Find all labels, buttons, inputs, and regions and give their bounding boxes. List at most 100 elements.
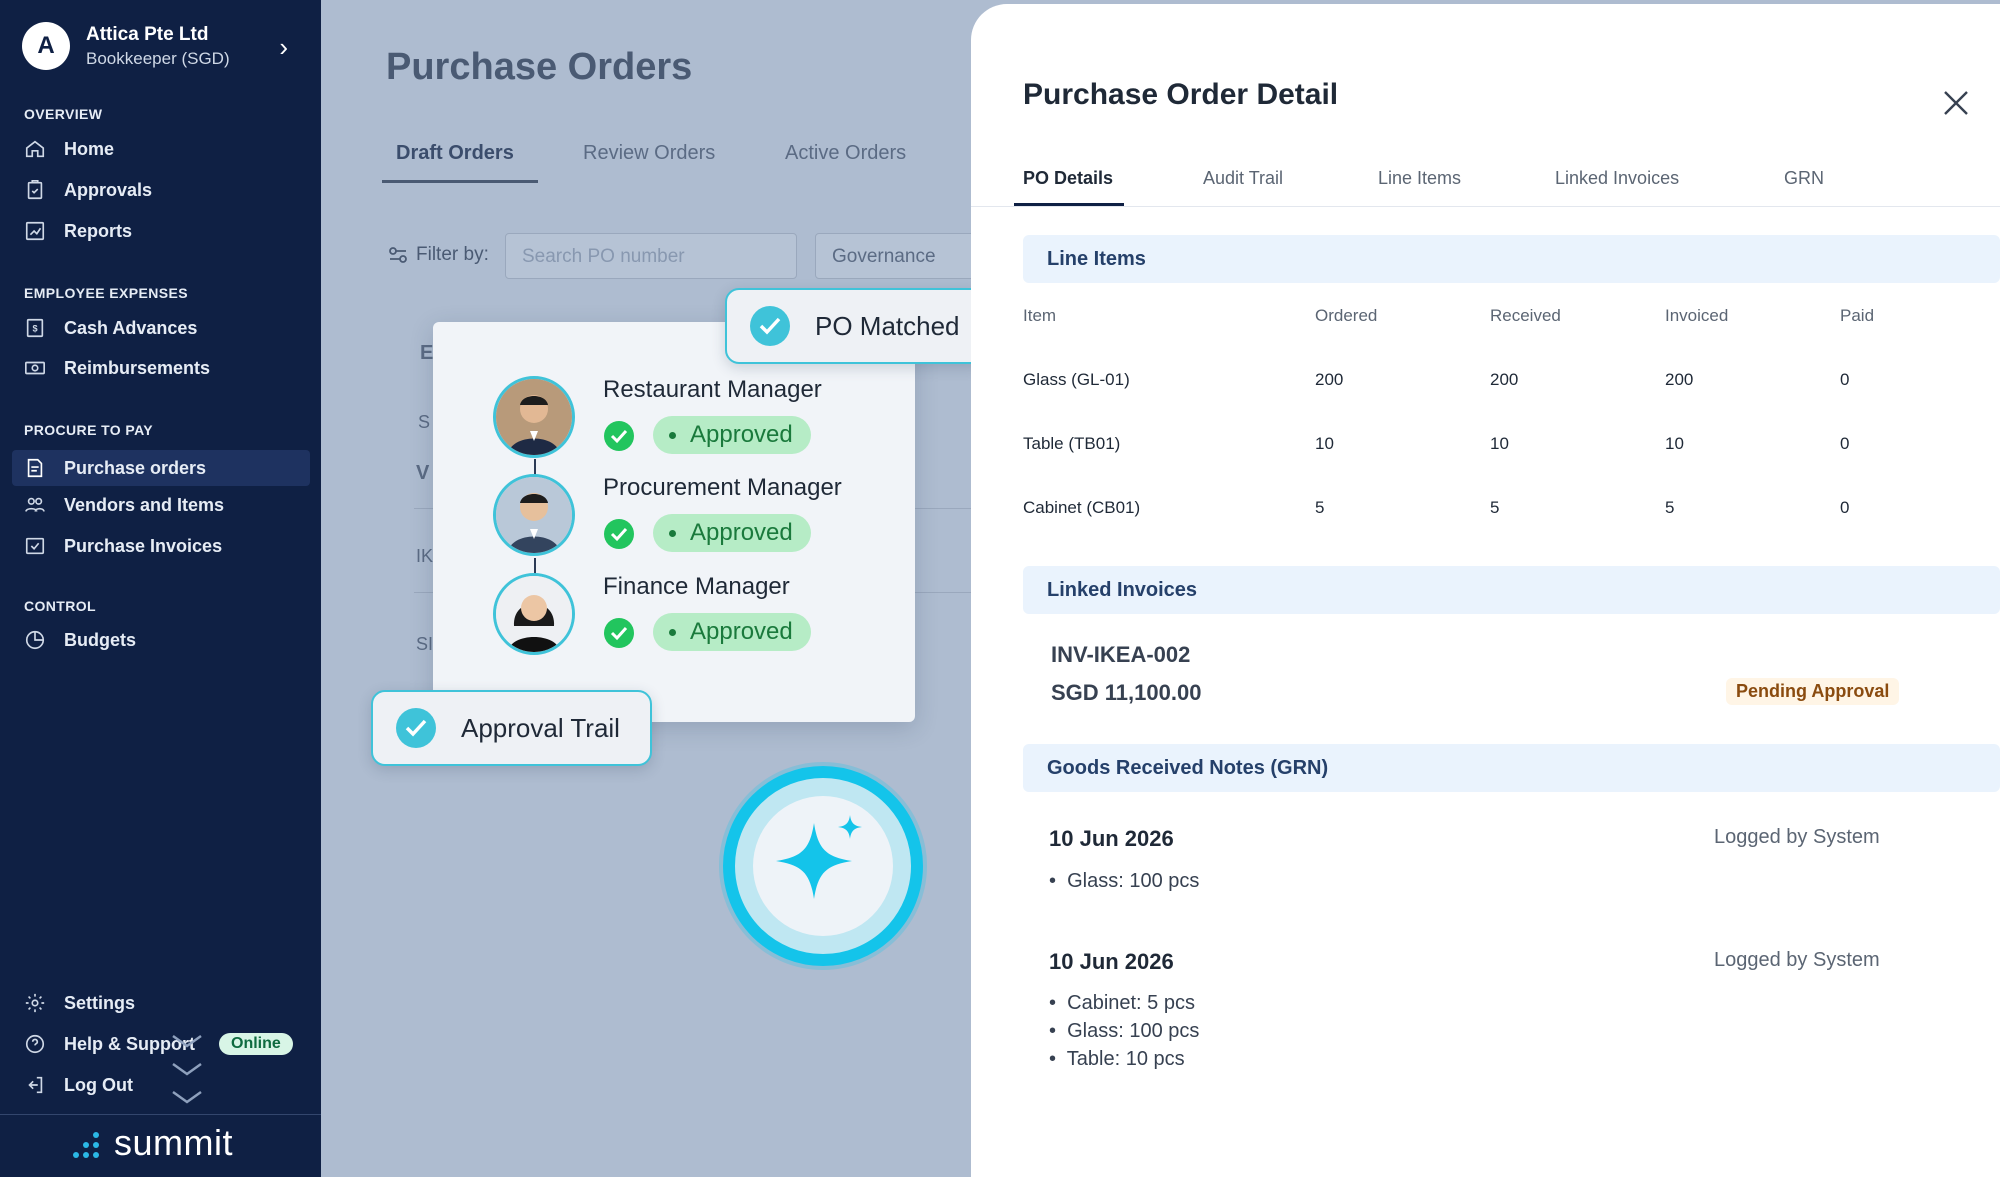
sidebar-item-purchase-orders[interactable]: Purchase orders	[12, 450, 310, 486]
status-badge: Pending Approval	[1726, 678, 1900, 705]
cell-item: Glass (GL-01)	[1023, 370, 1130, 389]
sidebar-item-label: Approvals	[64, 179, 153, 200]
section-overview: OVERVIEW	[24, 106, 103, 122]
check-circle-icon	[604, 618, 634, 648]
brand-name: summit	[114, 1122, 233, 1163]
sparkle-icon	[776, 815, 862, 899]
po-detail-panel: Purchase Order Detail PO Details Audit T…	[971, 4, 2000, 1177]
approver-role: Finance Manager	[603, 573, 790, 600]
cell-invoiced: 200	[1665, 370, 1694, 389]
svg-text:$: $	[32, 324, 37, 334]
chevron-right-icon: ›	[279, 32, 288, 62]
sidebar-item-label: Purchase orders	[64, 457, 207, 478]
active-tab-indicator	[382, 180, 538, 183]
search-input[interactable]: Search PO number	[505, 233, 797, 279]
check-circle-icon	[750, 306, 790, 346]
sidebar-item-approvals[interactable]: Approvals	[12, 172, 310, 208]
cell-item: Cabinet (CB01)	[1023, 498, 1141, 517]
sidebar-item-vendors[interactable]: Vendors and Items	[12, 487, 310, 523]
po-matched-chip: PO Matched	[725, 288, 986, 364]
org-switcher[interactable]: A Attica Pte Ltd Bookkeeper (SGD) ›	[22, 20, 302, 72]
approval-trail-card: Restaurant Manager Approved Procurement …	[433, 322, 915, 722]
logo-dots-icon	[73, 1132, 99, 1158]
sidebar-item-label: Home	[64, 138, 115, 159]
bg-text-fragment: E	[420, 342, 434, 364]
tab-divider	[971, 206, 2000, 207]
approver-row: Finance Manager Approved	[493, 573, 903, 659]
grn-logged-by: Logged by System	[1714, 826, 1880, 848]
avatar: A	[22, 22, 70, 70]
column-header: Invoiced	[1665, 306, 1729, 325]
pie-chart-icon	[25, 630, 45, 650]
tab-draft-orders[interactable]: Draft Orders	[396, 142, 514, 165]
grn-header: Goods Received Notes (GRN)	[1023, 744, 2000, 792]
approved-status-pill: Approved	[653, 514, 811, 552]
sidebar-item-budgets[interactable]: Budgets	[12, 622, 310, 658]
grn-logged-by: Logged by System	[1714, 949, 1880, 971]
invoice-amount: SGD 11,100.00	[1051, 680, 1202, 705]
tab-line-items[interactable]: Line Items	[1378, 168, 1461, 189]
bg-text-fragment: S	[418, 412, 431, 432]
money-icon	[25, 361, 45, 375]
chart-icon	[25, 221, 45, 241]
ai-assistant-button[interactable]	[723, 766, 923, 966]
org-role: Bookkeeper (SGD)	[86, 48, 230, 68]
cell-received: 200	[1490, 370, 1519, 389]
online-status-badge: Online	[219, 1033, 293, 1055]
filter-icon	[389, 247, 407, 263]
approver-photo	[493, 376, 575, 458]
sidebar-item-label: Vendors and Items	[64, 494, 225, 515]
approver-row: Restaurant Manager Approved	[493, 376, 903, 462]
sidebar-divider	[0, 1114, 321, 1115]
cell-item: Table (TB01)	[1023, 434, 1121, 453]
sidebar-item-label: Budgets	[64, 629, 136, 650]
cell-paid: 0	[1840, 370, 1850, 389]
tab-review-orders[interactable]: Review Orders	[583, 142, 715, 165]
org-name: Attica Pte Ltd	[86, 23, 209, 45]
page-title: Purchase Orders	[386, 46, 693, 88]
approver-role: Restaurant Manager	[603, 376, 822, 403]
sidebar-item-settings[interactable]: Settings	[12, 985, 310, 1021]
bg-text-fragment: V	[416, 462, 430, 484]
grn-line-item: • Table: 10 pcs	[1049, 1048, 1185, 1070]
close-icon[interactable]	[1941, 88, 1971, 118]
sidebar-item-reports[interactable]: Reports	[12, 213, 310, 249]
cell-paid: 0	[1840, 498, 1850, 517]
approver-role: Procurement Manager	[603, 474, 842, 501]
users-icon	[25, 497, 45, 512]
sidebar-item-cash-advances[interactable]: $ Cash Advances	[12, 310, 310, 346]
sidebar-item-help[interactable]: Help & Support Online	[12, 1026, 310, 1062]
sidebar-item-home[interactable]: Home	[12, 131, 310, 167]
sidebar-item-label: Log Out	[64, 1074, 133, 1095]
tab-linked-invoices[interactable]: Linked Invoices	[1555, 168, 1679, 189]
linked-invoices-header: Linked Invoices	[1023, 566, 2000, 614]
grn-line-item: • Glass: 100 pcs	[1049, 870, 1200, 892]
section-control: CONTROL	[24, 598, 97, 614]
cell-ordered: 5	[1315, 498, 1325, 517]
tab-grn[interactable]: GRN	[1784, 168, 1824, 189]
tab-active-orders[interactable]: Active Orders	[785, 142, 906, 165]
sidebar-item-purchase-invoices[interactable]: Purchase Invoices	[12, 528, 310, 564]
column-header: Received	[1490, 306, 1561, 325]
clipboard-check-icon	[27, 180, 43, 200]
cell-received: 10	[1490, 434, 1509, 453]
cell-ordered: 200	[1315, 370, 1344, 389]
tab-audit-trail[interactable]: Audit Trail	[1203, 168, 1283, 189]
chevron-down-icon	[172, 1034, 202, 1104]
approval-trail-chip: Approval Trail	[371, 690, 652, 766]
invoice-id: INV-IKEA-002	[1051, 642, 1191, 667]
grn-line-item: • Glass: 100 pcs	[1049, 1020, 1200, 1042]
line-items-header: Line Items	[1023, 235, 2000, 283]
home-icon	[25, 140, 45, 158]
governance-dropdown[interactable]: Governance	[815, 233, 975, 279]
grn-date: 10 Jun 2026	[1049, 949, 1174, 974]
filter-label: Filter by:	[388, 244, 489, 266]
column-header: Ordered	[1315, 306, 1378, 325]
bg-text-fragment: IK	[416, 546, 434, 566]
sidebar-item-reimbursements[interactable]: Reimbursements	[12, 350, 310, 386]
sidebar-item-logout[interactable]: Log Out	[12, 1067, 310, 1103]
cell-received: 5	[1490, 498, 1500, 517]
tab-po-details[interactable]: PO Details	[1023, 168, 1113, 189]
approver-photo	[493, 474, 575, 556]
sidebar-item-label: Cash Advances	[64, 317, 198, 338]
